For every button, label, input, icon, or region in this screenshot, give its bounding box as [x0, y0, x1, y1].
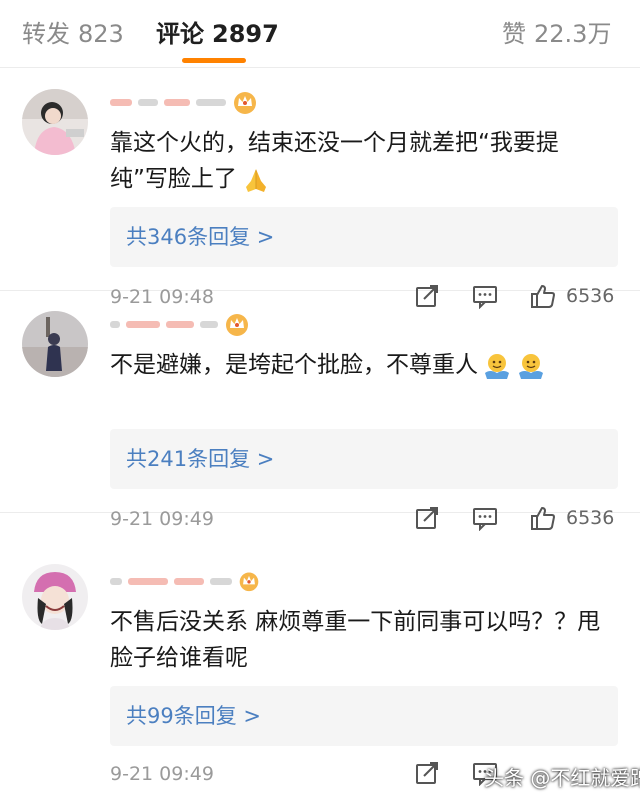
vip-crown-icon — [226, 314, 248, 336]
tab-likes[interactable]: 赞 22.3万 — [502, 14, 611, 49]
comment-item: 靠这个火的，结束还没一个月就差把“我要提纯”写脸上了 共346条回复 > 9-2… — [0, 69, 640, 309]
replies-link-label: 共346条回复 > — [126, 225, 275, 249]
username-redacted[interactable] — [110, 89, 260, 115]
avatar[interactable] — [22, 89, 88, 155]
comment-text: 靠这个火的，结束还没一个月就差把“我要提纯”写脸上了 — [110, 125, 610, 197]
comment-text: 不是避嫌，是垮起个批脸，不尊重人 — [110, 347, 610, 383]
comment-text-content: 不售后没关系 麻烦尊重一下前同事可以吗？？甩脸子给谁看呢 — [110, 609, 601, 671]
tab-repost[interactable]: 转发 823 — [22, 14, 124, 49]
tab-likes-count: 22.3万 — [534, 20, 612, 48]
tab-repost-label: 转发 — [22, 20, 70, 48]
active-tab-indicator — [182, 58, 246, 63]
comment-text-content: 靠这个火的，结束还没一个月就差把“我要提纯”写脸上了 — [110, 130, 559, 192]
replies-link[interactable]: 共241条回复 > — [110, 429, 618, 489]
comment-item: 不售后没关系 麻烦尊重一下前同事可以吗？？甩脸子给谁看呢 共99条回复 > 9-… — [0, 548, 640, 786]
replies-link-label: 共241条回复 > — [126, 447, 275, 471]
shrug-face-emoji-icon — [519, 353, 543, 379]
like-thumb-icon[interactable] — [530, 505, 556, 531]
comment-text: 不售后没关系 麻烦尊重一下前同事可以吗？？甩脸子给谁看呢 — [110, 604, 610, 676]
tab-likes-label: 赞 — [502, 20, 526, 48]
comment-tabs: 转发 823 评论 2897 赞 22.3万 — [0, 0, 640, 68]
replies-link[interactable]: 共346条回复 > — [110, 207, 618, 267]
tab-comments-label: 评论 — [156, 20, 204, 48]
share-icon[interactable] — [414, 505, 440, 531]
comment-time: 9-21 09:49 — [110, 508, 214, 530]
avatar[interactable] — [22, 564, 88, 630]
replies-link-label: 共99条回复 > — [126, 704, 261, 728]
watermark: 头条 @不红就爱蹭 — [484, 766, 640, 790]
avatar[interactable] — [22, 311, 88, 377]
username-redacted[interactable] — [110, 568, 260, 594]
comment-text-content: 不是避嫌，是垮起个批脸，不尊重人 — [110, 352, 478, 378]
comment-item: 不是避嫌，是垮起个批脸，不尊重人 共241条回复 > 9-21 09:49 65… — [0, 291, 640, 531]
vip-crown-icon — [234, 92, 256, 114]
comment-icon[interactable] — [472, 505, 498, 531]
vip-crown-icon — [239, 572, 259, 592]
folded-hands-emoji-icon — [245, 168, 266, 192]
comment-meta: 9-21 09:49 6536 — [0, 505, 640, 535]
replies-link[interactable]: 共99条回复 > — [110, 686, 618, 746]
username-redacted[interactable] — [110, 311, 260, 337]
tab-comments[interactable]: 评论 2897 — [156, 14, 279, 49]
tab-comments-count: 2897 — [212, 20, 279, 48]
like-count: 6536 — [566, 507, 615, 529]
tab-repost-count: 823 — [78, 20, 124, 48]
shrug-face-emoji-icon — [485, 353, 509, 379]
comment-time: 9-21 09:49 — [110, 763, 214, 785]
share-icon[interactable] — [414, 760, 440, 786]
